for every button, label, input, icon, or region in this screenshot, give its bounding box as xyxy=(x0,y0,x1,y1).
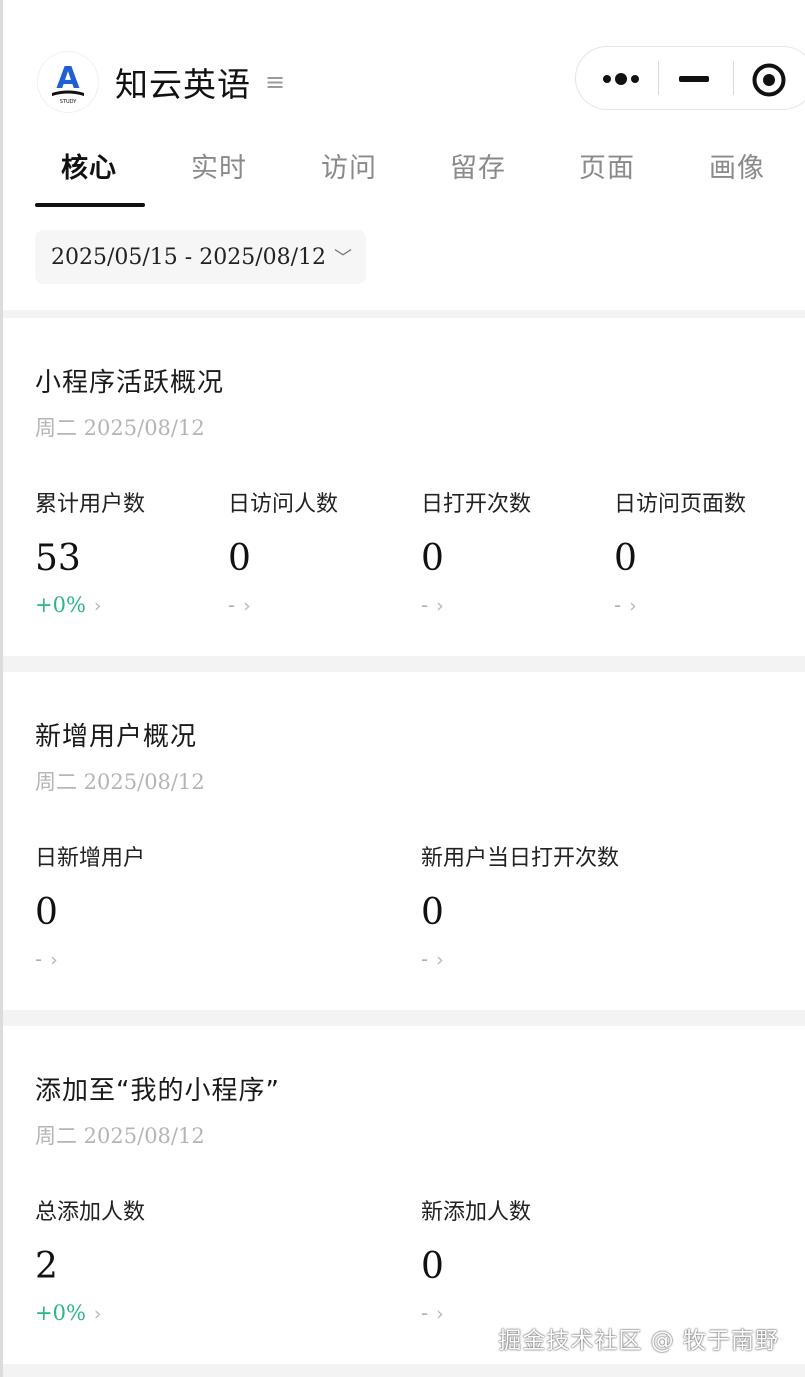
metric-trend: - › xyxy=(421,947,619,971)
watermark: 掘金技术社区 @ 牧于南野 xyxy=(498,1328,779,1354)
chevron-right-icon: › xyxy=(93,1303,102,1325)
active-tab-indicator xyxy=(35,203,145,207)
metric-value: 0 xyxy=(421,538,444,579)
card-date: 周二 2025/08/12 xyxy=(35,1124,205,1148)
trend-text: - xyxy=(421,947,429,971)
trend-text: +0% xyxy=(35,1301,86,1325)
metric-label: 新用户当日打开次数 xyxy=(421,846,620,871)
chevron-down-icon: ﹀ xyxy=(334,248,353,269)
chevron-right-icon: › xyxy=(243,595,251,617)
tab-visits[interactable]: 访问 xyxy=(321,146,377,185)
date-range-picker[interactable]: 2025/05/15 - 2025/08/12 ﹀ xyxy=(35,230,367,284)
metric-trend: +0% › xyxy=(35,1301,145,1325)
chevron-right-icon: › xyxy=(50,949,58,971)
metric-trend: - › xyxy=(35,947,145,971)
metric-total-adds[interactable]: 总添加人数 2 +0% › xyxy=(35,1194,145,1325)
trend-text: - xyxy=(614,593,622,617)
app-logo-icon: A STUDY xyxy=(52,61,84,105)
tab-portrait[interactable]: 画像 xyxy=(709,146,765,185)
metric-label: 总添加人数 xyxy=(35,1200,146,1225)
tab-pages[interactable]: 页面 xyxy=(579,146,635,185)
card-active-overview: 小程序活跃概况 周二 2025/08/12 累计用户数 53 +0% › 日访问人… xyxy=(3,318,805,656)
app-logo: A STUDY xyxy=(38,52,98,112)
chevron-right-icon: › xyxy=(436,949,444,971)
header: A STUDY 知云英语 ≡ 核心 实时 访问 留存 页面 画像 2025/05… xyxy=(3,0,805,310)
metric-value: 0 xyxy=(421,892,444,933)
card-add-to-my-miniprogram: 添加至“我的小程序” 周二 2025/08/12 总添加人数 2 +0% › 新添… xyxy=(3,1026,805,1364)
trend-text: - xyxy=(228,593,236,617)
logo-caption: STUDY xyxy=(60,99,77,105)
target-close-icon[interactable] xyxy=(751,62,787,98)
capsule-divider xyxy=(658,61,659,95)
capsule-divider xyxy=(733,61,734,95)
app-menu-icon[interactable]: ≡ xyxy=(265,68,285,96)
more-dots-icon[interactable] xyxy=(600,69,644,89)
tab-core[interactable]: 核心 xyxy=(61,146,117,185)
chevron-right-icon: › xyxy=(629,595,637,617)
chevron-right-icon: › xyxy=(436,1303,444,1325)
chevron-right-icon: › xyxy=(93,595,102,617)
metric-value: 0 xyxy=(421,1246,444,1287)
card-date: 周二 2025/08/12 xyxy=(35,770,205,794)
metric-label: 日访问页面数 xyxy=(614,492,747,517)
metric-label: 累计用户数 xyxy=(35,492,146,517)
trend-text: +0% xyxy=(35,593,86,617)
trend-text: - xyxy=(35,947,43,971)
metric-new-user-opens[interactable]: 新用户当日打开次数 0 - › xyxy=(421,840,619,971)
metric-value: 53 xyxy=(35,538,81,579)
metric-value: 0 xyxy=(228,538,251,579)
card-date: 周二 2025/08/12 xyxy=(35,416,205,440)
metric-trend: - › xyxy=(614,593,746,617)
app-title: 知云英语 xyxy=(115,65,251,104)
metric-daily-visitors[interactable]: 日访问人数 0 - › xyxy=(228,486,338,617)
chevron-right-icon: › xyxy=(436,595,444,617)
card-new-users-overview: 新增用户概况 周二 2025/08/12 日新增用户 0 - › 新用户当日打开次… xyxy=(3,672,805,1010)
metric-trend: - › xyxy=(421,593,531,617)
trend-text: - xyxy=(421,1301,429,1325)
metric-daily-new-users[interactable]: 日新增用户 0 - › xyxy=(35,840,145,971)
tab-bar: 核心 实时 访问 留存 页面 画像 xyxy=(3,140,805,210)
card-title: 添加至“我的小程序” xyxy=(35,1076,280,1106)
metric-label: 新添加人数 xyxy=(421,1200,532,1225)
metric-new-adds[interactable]: 新添加人数 0 - › xyxy=(421,1194,531,1325)
metric-trend: +0% › xyxy=(35,593,145,617)
metric-daily-page-views[interactable]: 日访问页面数 0 - › xyxy=(614,486,746,617)
card-title: 小程序活跃概况 xyxy=(35,368,225,398)
mini-program-capsule xyxy=(575,46,805,110)
metric-trend: - › xyxy=(228,593,338,617)
tab-realtime[interactable]: 实时 xyxy=(191,146,247,185)
metric-label: 日打开次数 xyxy=(421,492,532,517)
metric-label: 日新增用户 xyxy=(35,846,146,871)
date-range-label: 2025/05/15 - 2025/08/12 xyxy=(51,244,327,270)
metric-total-users[interactable]: 累计用户数 53 +0% › xyxy=(35,486,145,617)
minimize-icon[interactable] xyxy=(679,76,709,82)
metric-daily-opens[interactable]: 日打开次数 0 - › xyxy=(421,486,531,617)
trend-text: - xyxy=(421,593,429,617)
metric-value: 0 xyxy=(614,538,637,579)
metric-value: 0 xyxy=(35,892,58,933)
metric-value: 2 xyxy=(35,1246,58,1287)
card-title: 新增用户概况 xyxy=(35,722,198,752)
tab-retention[interactable]: 留存 xyxy=(450,146,506,185)
metric-label: 日访问人数 xyxy=(228,492,339,517)
